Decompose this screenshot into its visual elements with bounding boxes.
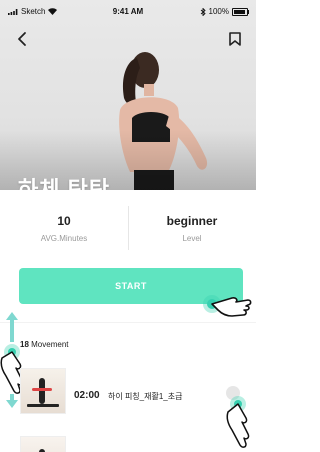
- section-divider: [0, 322, 256, 323]
- workout-stats: 10 AVG.Minutes beginner Level: [0, 198, 256, 258]
- movement-list-item[interactable]: [10, 428, 256, 452]
- movement-section-header: 18 Movement: [20, 340, 69, 349]
- workout-detail-screen: Sketch 9:41 AM 100% 하체 탄탄 10 AVG.Minutes…: [0, 0, 256, 452]
- mat-shape: [27, 404, 59, 407]
- tap-gesture-more: [226, 396, 250, 448]
- movement-count: 18: [20, 340, 29, 349]
- figure-arm-shape: [32, 388, 52, 391]
- figure-shape: [39, 378, 45, 404]
- movement-thumbnail: [20, 436, 66, 452]
- chevron-left-icon: [18, 32, 26, 46]
- bookmark-icon: [229, 32, 241, 46]
- workout-title: 하체 탄탄: [18, 177, 111, 190]
- back-button[interactable]: [14, 30, 32, 48]
- movement-label: Movement: [31, 340, 69, 349]
- stat-level-label: Level: [182, 234, 202, 243]
- movement-list-item[interactable]: 02:00 하이 피칭_재활1_초급: [10, 362, 256, 426]
- battery-icon: [232, 7, 249, 16]
- movement-duration: 02:00: [74, 390, 100, 401]
- stat-level-value: beginner: [166, 214, 218, 228]
- status-bar: Sketch 9:41 AM 100%: [0, 0, 256, 22]
- stat-level: beginner Level: [128, 198, 256, 243]
- start-button-label: START: [115, 281, 147, 291]
- stat-minutes: 10 AVG.Minutes: [0, 198, 128, 243]
- stat-minutes-label: AVG.Minutes: [40, 234, 88, 243]
- bookmark-button[interactable]: [226, 30, 244, 48]
- battery-percent: 100%: [208, 7, 229, 16]
- movement-name: 하이 피칭_재활1_초급: [108, 392, 183, 401]
- stat-minutes-value: 10: [57, 214, 71, 228]
- bluetooth-icon: [200, 7, 206, 16]
- movement-thumbnail: [20, 368, 66, 414]
- status-right: 100%: [200, 7, 249, 16]
- hero-image: Sketch 9:41 AM 100% 하체 탄탄: [0, 0, 256, 190]
- tap-gesture-start: [203, 295, 252, 317]
